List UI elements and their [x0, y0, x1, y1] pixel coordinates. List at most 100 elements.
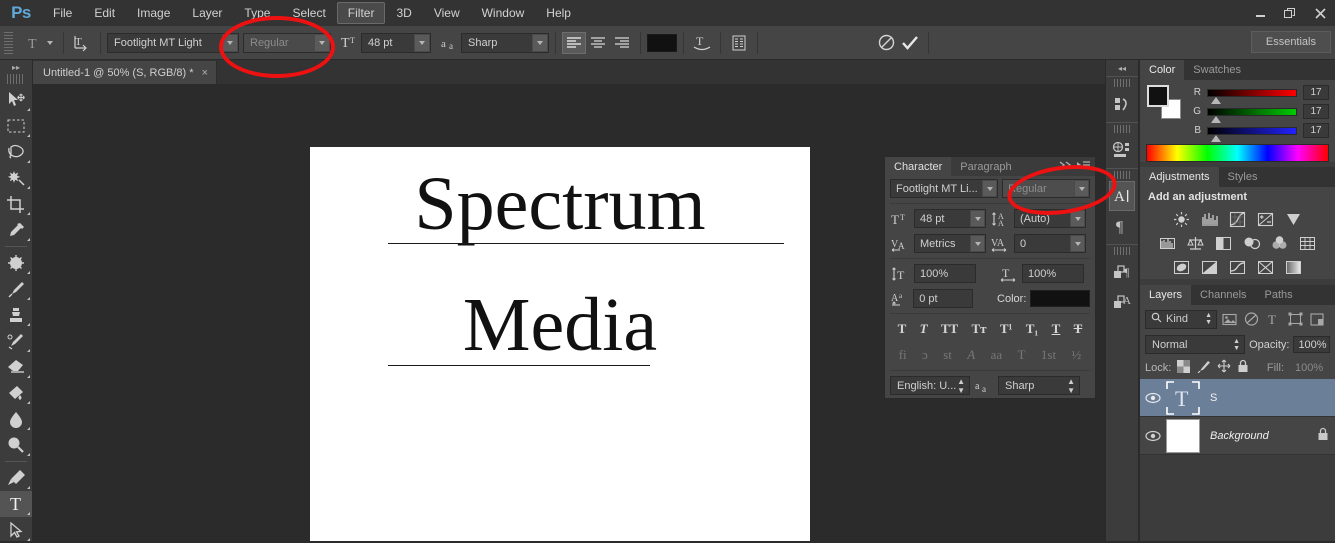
- curves-icon[interactable]: [1225, 208, 1251, 230]
- filter-shape-icon[interactable]: [1285, 309, 1305, 329]
- slider-r[interactable]: [1207, 88, 1297, 104]
- strikethrough-button[interactable]: T: [1074, 321, 1083, 337]
- menu-select[interactable]: Select: [281, 2, 336, 24]
- chevron-down-icon[interactable]: [314, 33, 330, 52]
- text-layer-thumb-icon[interactable]: T: [1166, 380, 1200, 415]
- layer-visibility-toggle[interactable]: [1140, 392, 1166, 404]
- tab-layers[interactable]: Layers: [1140, 285, 1192, 305]
- baseline-shift-field[interactable]: 0 pt: [913, 289, 974, 308]
- horizontal-scale-field[interactable]: 100%: [1022, 264, 1084, 283]
- underline-button[interactable]: T: [1052, 321, 1061, 337]
- kerning-field[interactable]: Metrics: [914, 234, 986, 253]
- horizontal-type-tool[interactable]: T: [0, 491, 32, 517]
- chevron-down-icon[interactable]: [970, 210, 985, 227]
- tracking-field[interactable]: 0: [1014, 234, 1086, 253]
- rectangular-marquee-tool[interactable]: [0, 113, 32, 139]
- tool-preset-picker[interactable]: T: [18, 32, 57, 54]
- ordinals-button[interactable]: 1st: [1041, 347, 1056, 363]
- small-caps-button[interactable]: Tᴛ: [972, 321, 987, 337]
- cancel-icon[interactable]: [874, 32, 898, 54]
- titling-alternates-button[interactable]: T: [1018, 347, 1026, 363]
- document-tab[interactable]: Untitled-1 @ 50% (S, RGB/8) * ×: [33, 61, 217, 84]
- close-icon[interactable]: ×: [202, 67, 208, 79]
- contextual-alternates-button[interactable]: ɔ: [922, 347, 928, 363]
- chevron-down-icon[interactable]: [414, 33, 430, 52]
- commit-icon[interactable]: [898, 32, 922, 54]
- menu-image[interactable]: Image: [126, 2, 181, 24]
- chevron-down-icon[interactable]: [982, 180, 998, 197]
- menu-edit[interactable]: Edit: [83, 2, 126, 24]
- font-style-combo[interactable]: Regular: [243, 32, 331, 53]
- brush-tool[interactable]: [0, 276, 32, 302]
- pen-tool[interactable]: [0, 465, 32, 491]
- exposure-icon[interactable]: [1253, 208, 1279, 230]
- text-orientation-icon[interactable]: T: [70, 32, 94, 54]
- layer-filter-kind-select[interactable]: Kind ▲ ▼: [1145, 309, 1217, 329]
- filter-type-icon[interactable]: T: [1263, 309, 1283, 329]
- align-right-button[interactable]: [610, 32, 634, 54]
- menu-view[interactable]: View: [423, 2, 471, 24]
- fill-field[interactable]: 100%: [1290, 359, 1330, 376]
- menu-window[interactable]: Window: [471, 2, 536, 24]
- text-color-swatch[interactable]: [647, 33, 677, 52]
- posterize-icon[interactable]: [1197, 256, 1223, 278]
- workspace-switcher[interactable]: Essentials: [1250, 31, 1331, 53]
- tab-color[interactable]: Color: [1140, 60, 1185, 80]
- anti-alias-combo[interactable]: Sharp: [461, 32, 549, 53]
- lock-all-icon[interactable]: [1237, 359, 1249, 376]
- superscript-button[interactable]: T¹: [1000, 321, 1013, 337]
- menu-help[interactable]: Help: [535, 2, 582, 24]
- menu-file[interactable]: File: [42, 2, 83, 24]
- tab-channels[interactable]: Channels: [1191, 285, 1255, 305]
- dock-grip[interactable]: [1114, 247, 1130, 255]
- lock-transparent-icon[interactable]: [1177, 359, 1191, 376]
- brightness-contrast-icon[interactable]: [1169, 208, 1195, 230]
- tab-swatches[interactable]: Swatches: [1184, 60, 1250, 80]
- options-bar-grip[interactable]: [4, 31, 13, 54]
- chevron-down-icon[interactable]: [1070, 235, 1085, 252]
- color-lookup-icon[interactable]: [1295, 232, 1321, 254]
- blend-mode-select[interactable]: Normal ▲ ▼: [1145, 335, 1246, 354]
- threshold-icon[interactable]: [1225, 256, 1251, 278]
- swash-button[interactable]: A: [967, 347, 975, 363]
- quick-selection-tool[interactable]: [0, 165, 32, 191]
- channel-value-g[interactable]: 17: [1303, 104, 1329, 119]
- chevron-down-icon[interactable]: [1074, 180, 1089, 197]
- gradient-tool[interactable]: [0, 380, 32, 406]
- warp-text-icon[interactable]: T: [690, 32, 714, 54]
- levels-icon[interactable]: [1197, 208, 1223, 230]
- vertical-scale-field[interactable]: 100%: [914, 264, 976, 283]
- gradient-map-icon[interactable]: [1281, 256, 1307, 278]
- text-color-swatch[interactable]: [1030, 290, 1090, 307]
- stylistic-alternates-button[interactable]: aa: [991, 347, 1003, 363]
- filter-adjustment-icon[interactable]: [1241, 309, 1261, 329]
- language-select[interactable]: English: U... ▲ ▼: [890, 376, 970, 395]
- layer-name[interactable]: S: [1210, 392, 1217, 404]
- paragraph-panel-icon[interactable]: ¶: [1106, 211, 1138, 241]
- fractions-button[interactable]: ½: [1071, 347, 1081, 363]
- chevron-down-icon[interactable]: [222, 33, 238, 52]
- tab-styles[interactable]: Styles: [1219, 167, 1267, 187]
- 3d-panel-icon[interactable]: [1106, 135, 1138, 165]
- vibrance-icon[interactable]: [1281, 208, 1307, 230]
- crop-tool[interactable]: [0, 191, 32, 217]
- restore-icon[interactable]: [1275, 0, 1305, 26]
- align-left-button[interactable]: [562, 31, 586, 54]
- menu-type[interactable]: Type: [233, 2, 281, 24]
- photo-filter-icon[interactable]: [1239, 232, 1265, 254]
- character-font-style-combo[interactable]: Regular: [1002, 179, 1090, 198]
- eyedropper-tool[interactable]: [0, 217, 32, 243]
- slider-b[interactable]: [1207, 126, 1297, 142]
- dock-collapse-icon[interactable]: ◂◂: [1106, 60, 1138, 76]
- all-caps-button[interactable]: TT: [941, 321, 958, 337]
- layer-row-text[interactable]: T S: [1140, 379, 1335, 417]
- panel-menu-icon[interactable]: [1077, 160, 1090, 173]
- history-brush-tool[interactable]: [0, 328, 32, 354]
- channel-value-b[interactable]: 17: [1303, 123, 1329, 138]
- filter-smart-object-icon[interactable]: [1307, 309, 1327, 329]
- styles-panel-icon[interactable]: A: [1106, 287, 1138, 317]
- dodge-tool[interactable]: [0, 432, 32, 458]
- lock-position-icon[interactable]: [1217, 359, 1231, 376]
- tab-paragraph[interactable]: Paragraph: [951, 157, 1020, 176]
- font-size-combo[interactable]: 48 pt: [361, 32, 431, 53]
